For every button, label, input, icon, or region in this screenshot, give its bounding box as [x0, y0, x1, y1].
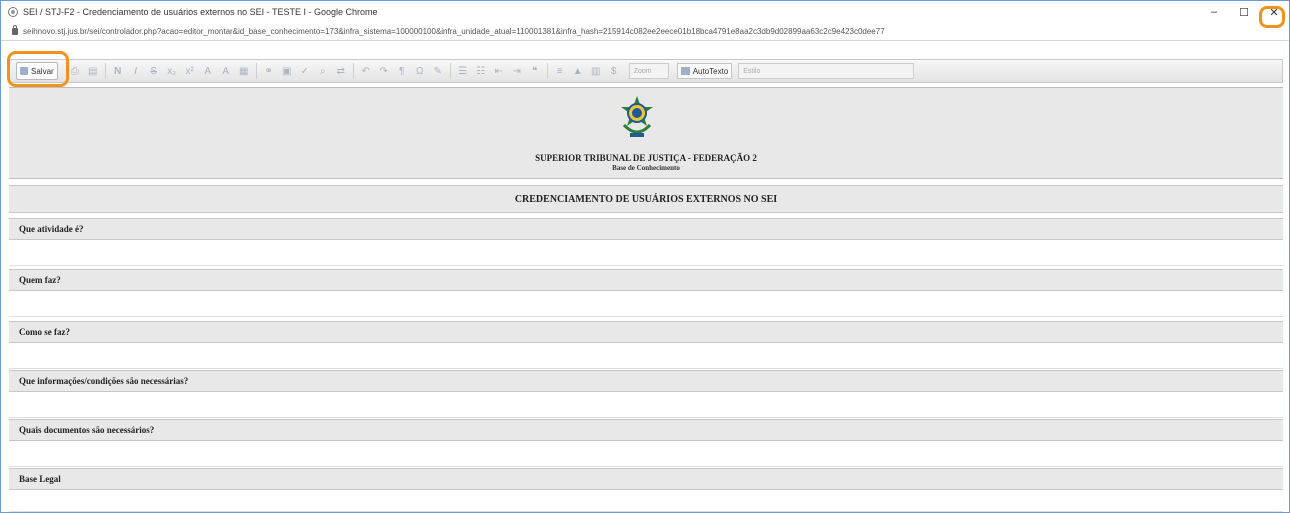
section-label: Que atividade é?: [19, 224, 84, 234]
blockquote-icon[interactable]: ❝: [529, 65, 541, 77]
coat-of-arms-icon: [621, 96, 653, 137]
autotexto-icon: [680, 67, 690, 75]
close-highlight: [1259, 6, 1285, 28]
paragraph-icon[interactable]: ¶: [396, 65, 408, 77]
font-color-icon[interactable]: A: [202, 65, 214, 77]
section-header: Como se faz?: [9, 321, 1283, 343]
redo-icon[interactable]: ↷: [378, 65, 390, 77]
highlight-icon[interactable]: A: [220, 65, 232, 77]
chrome-icon: [8, 7, 18, 17]
section-header: Que atividade é?: [9, 218, 1283, 240]
bullet-list-icon[interactable]: ☷: [475, 65, 487, 77]
org-name: SUPERIOR TRIBUNAL DE JUSTIÇA - FEDERAÇÃO…: [535, 153, 757, 163]
table-icon[interactable]: ▦: [238, 65, 250, 77]
image-icon[interactable]: ▣: [281, 65, 293, 77]
stamp-icon[interactable]: ▲: [572, 65, 584, 77]
section-label: Quais documentos são necessários?: [19, 425, 155, 435]
link-icon[interactable]: ⚭: [263, 65, 275, 77]
section-label: Como se faz?: [19, 327, 70, 337]
toolbar-separator: [546, 63, 548, 79]
strike-icon[interactable]: S: [148, 65, 160, 77]
paste-icon[interactable]: ▤: [87, 65, 99, 77]
zoom-select-value: Zoom: [633, 67, 652, 75]
indent-icon[interactable]: ⇥: [511, 65, 523, 77]
document-header: SUPERIOR TRIBUNAL DE JUSTIÇA - FEDERAÇÃO…: [9, 87, 1283, 179]
italic-icon[interactable]: I: [130, 65, 142, 77]
align-icon[interactable]: ≡: [554, 65, 566, 77]
section-label: Que informações/condições são necessária…: [19, 376, 189, 386]
undo-icon[interactable]: ↶: [360, 65, 372, 77]
print-icon[interactable]: ⎙: [69, 65, 81, 77]
title-bar: SEI / STJ-F2 - Credenciamento de usuário…: [1, 1, 1289, 23]
dollar-icon[interactable]: $: [608, 65, 620, 77]
grid-icon[interactable]: ▥: [590, 65, 602, 77]
format-group: ⎙ ▤ N I S x₂ x² A A ▦ ⚭ ▣ ✓ ⌕ ⇄ ↶ ↷ ¶ Ω …: [66, 63, 623, 79]
section-header: Quais documentos são necessários?: [9, 419, 1283, 441]
toolbar-separator: [449, 63, 451, 79]
numbered-list-icon[interactable]: ☰: [457, 65, 469, 77]
section-label: Base Legal: [19, 474, 61, 484]
lock-icon: [12, 25, 18, 35]
save-highlight: [7, 51, 69, 87]
autotexto-button[interactable]: AutoTexto: [676, 63, 733, 79]
style-select-value: Estilo: [743, 67, 761, 75]
superscript-icon[interactable]: x²: [184, 65, 196, 77]
section-header: Quem faz?: [9, 269, 1283, 291]
document-title-row: CREDENCIAMENTO DE USUÁRIOS EXTERNOS NO S…: [9, 185, 1283, 213]
omega-icon[interactable]: Ω: [414, 65, 426, 77]
section-body[interactable]: [9, 291, 1283, 317]
browser-window: SEI / STJ-F2 - Credenciamento de usuário…: [0, 0, 1290, 513]
section-body[interactable]: [9, 343, 1283, 369]
document-area[interactable]: SUPERIOR TRIBUNAL DE JUSTIÇA - FEDERAÇÃO…: [9, 87, 1283, 512]
section-body[interactable]: [9, 240, 1283, 266]
toolbar-separator: [352, 63, 354, 79]
document-title: CREDENCIAMENTO DE USUÁRIOS EXTERNOS NO S…: [514, 194, 778, 205]
bold-icon[interactable]: N: [112, 65, 124, 77]
subscript-icon[interactable]: x₂: [166, 65, 178, 77]
find-icon[interactable]: ⌕: [317, 65, 329, 77]
section-body[interactable]: [9, 490, 1283, 512]
minimize-button[interactable]: –: [1199, 1, 1229, 23]
replace-icon[interactable]: ⇄: [335, 65, 347, 77]
toolbar-separator: [255, 63, 257, 79]
url-text[interactable]: seihnovo.stj.jus.br/sei/controlador.php?…: [23, 27, 885, 36]
maximize-button[interactable]: ☐: [1229, 1, 1259, 23]
style-select[interactable]: Estilo: [738, 63, 915, 79]
outdent-icon[interactable]: ⇤: [493, 65, 505, 77]
section-body[interactable]: [9, 441, 1283, 467]
address-bar[interactable]: seihnovo.stj.jus.br/sei/controlador.php?…: [1, 23, 1289, 41]
section-header: Base Legal: [9, 468, 1283, 490]
org-subtitle: Base de Conhecimento: [612, 164, 680, 172]
special-char-icon[interactable]: ✎: [432, 65, 444, 77]
window-title: SEI / STJ-F2 - Credenciamento de usuário…: [23, 7, 378, 17]
section-label: Quem faz?: [19, 275, 61, 285]
spellcheck-icon[interactable]: ✓: [299, 65, 311, 77]
zoom-select[interactable]: Zoom: [628, 63, 669, 79]
section-body[interactable]: [9, 392, 1283, 418]
section-header: Que informações/condições são necessária…: [9, 370, 1283, 392]
toolbar-separator: [104, 63, 106, 79]
autotexto-label: AutoTexto: [692, 66, 729, 76]
editor-toolbar: Salvar ⎙ ▤ N I S x₂ x² A A ▦ ⚭ ▣ ✓ ⌕ ⇄ ↶…: [9, 59, 1283, 83]
